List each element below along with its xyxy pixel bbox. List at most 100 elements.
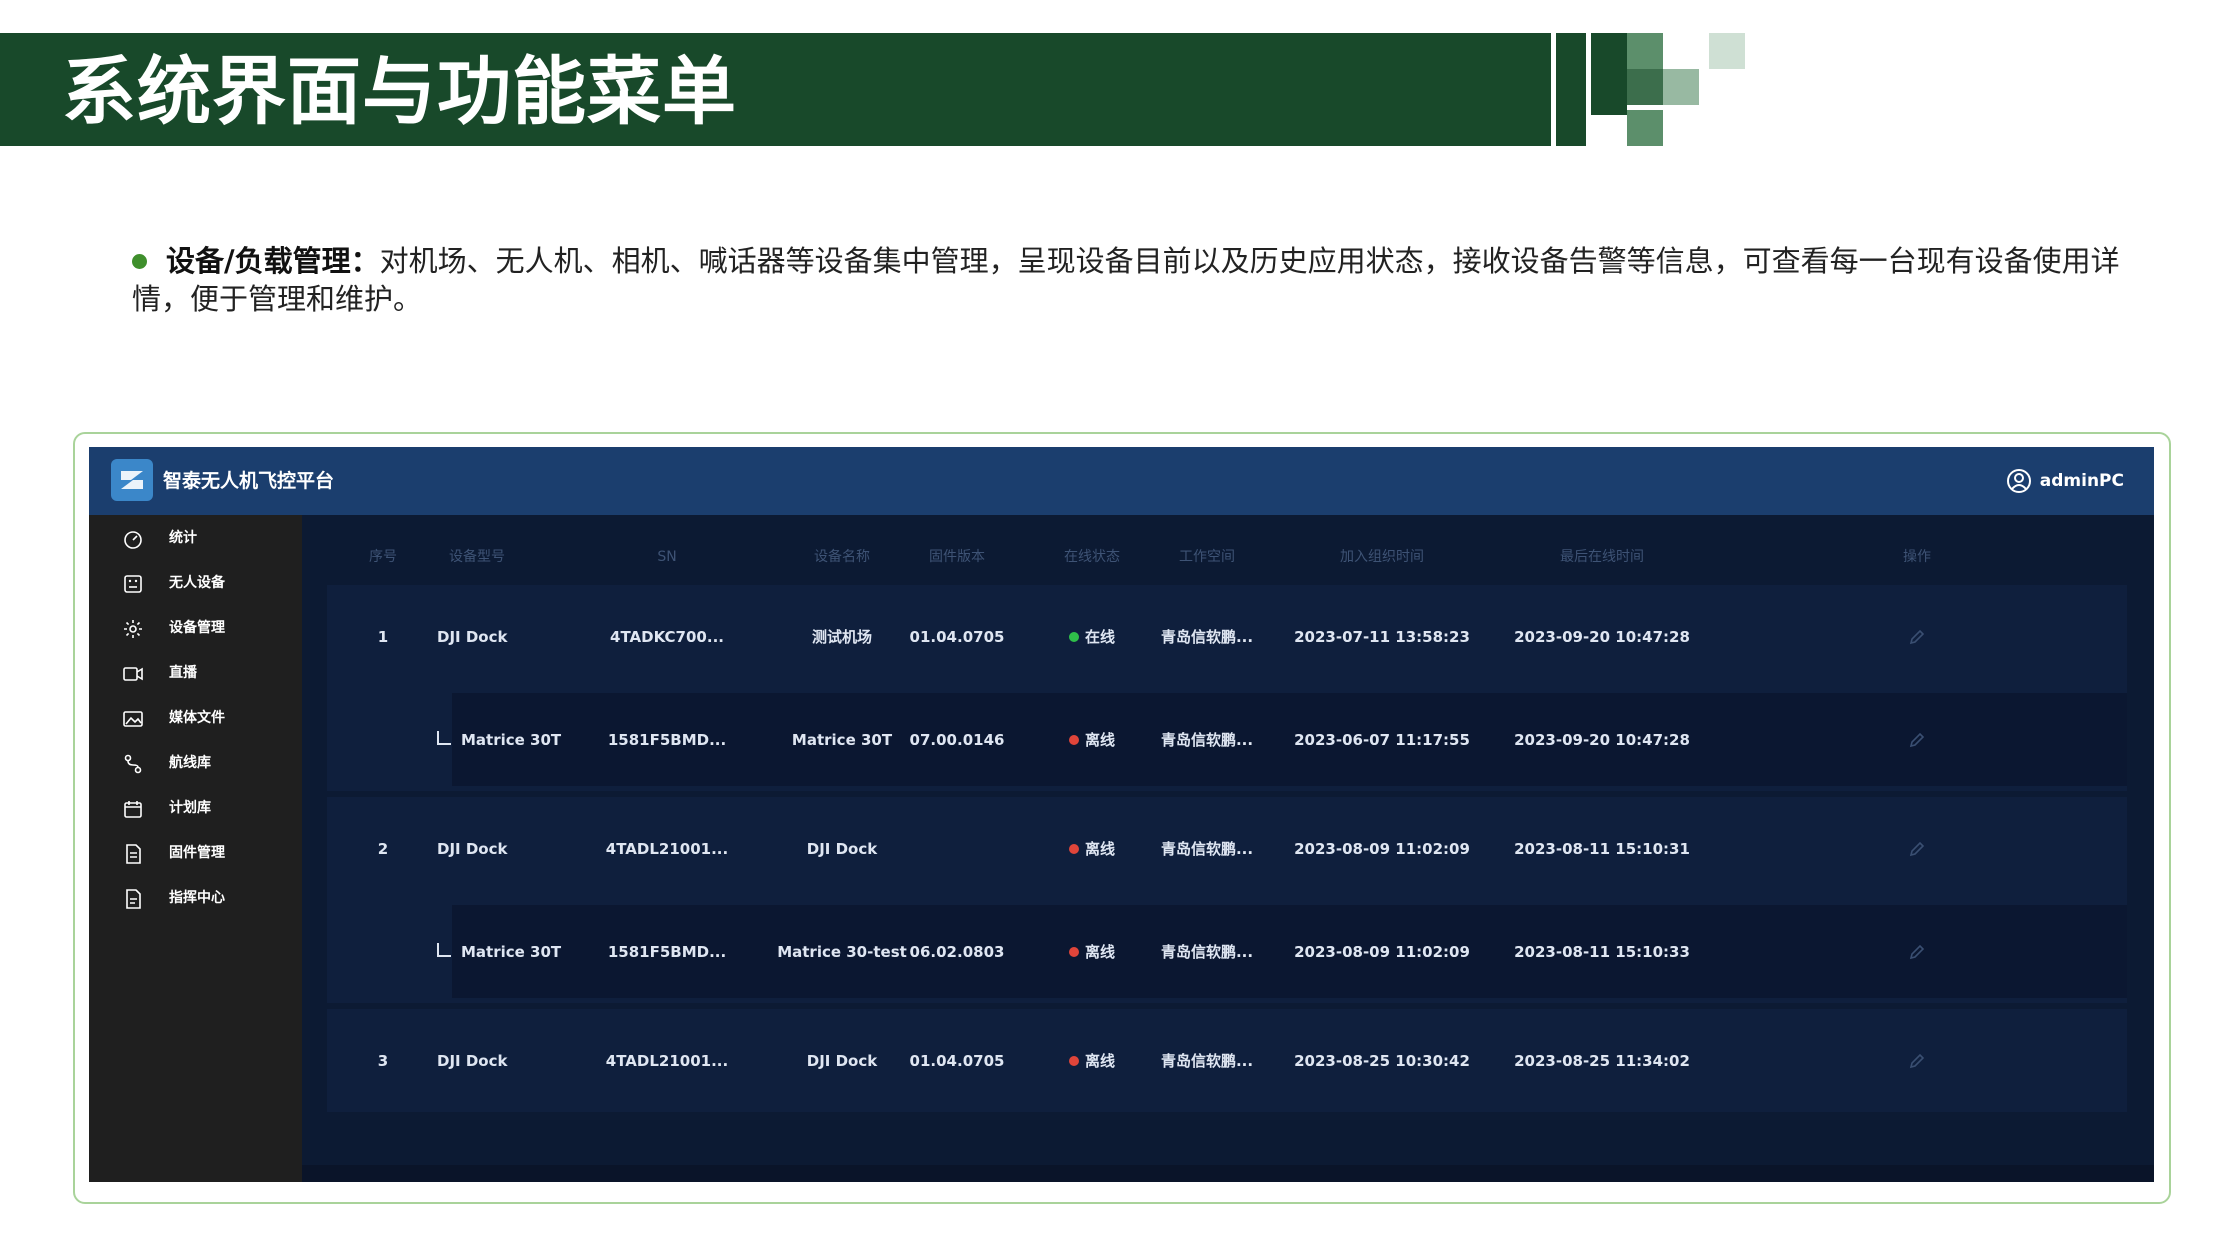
sidebar-item[interactable]: 设备管理 bbox=[89, 606, 302, 651]
child-indent-icon bbox=[437, 730, 451, 745]
decorative-square bbox=[1627, 110, 1663, 146]
workspace-name: 青岛信软鹏... bbox=[1160, 730, 1254, 749]
bullet-lead: 设备/负载管理： bbox=[166, 244, 380, 278]
user-icon bbox=[2006, 469, 2031, 493]
joined-time: 2023-07-11 13:58:23 bbox=[1294, 627, 1470, 646]
device-model: DJI Dock bbox=[437, 839, 507, 859]
video-camera-icon bbox=[123, 667, 143, 681]
decorative-square bbox=[1591, 69, 1627, 105]
workspace-name: 青岛信软鹏... bbox=[1160, 839, 1254, 858]
dashboard-icon bbox=[124, 531, 142, 549]
decorative-stripe bbox=[1545, 33, 1551, 146]
app-title: 智泰无人机飞控平台 bbox=[163, 470, 335, 492]
table-footer bbox=[302, 1165, 2154, 1182]
device-sn: 1581F5BMD... bbox=[607, 942, 727, 961]
device-model-text: DJI Dock bbox=[437, 627, 508, 646]
device-model-text: Matrice 30T bbox=[461, 942, 562, 961]
status-text: 离线 bbox=[1084, 1051, 1115, 1070]
last-online-time: 2023-08-11 15:10:31 bbox=[1514, 839, 1690, 858]
sidebar-item[interactable]: 直播 bbox=[89, 651, 302, 696]
status-dot-icon bbox=[1068, 1055, 1079, 1066]
status-dot-icon bbox=[1068, 631, 1079, 642]
decorative-square bbox=[1591, 33, 1627, 69]
device-sn: 1581F5BMD... bbox=[607, 730, 727, 749]
sidebar-item[interactable]: 媒体文件 bbox=[89, 696, 302, 741]
sidebar-item-label: 计划库 bbox=[169, 800, 211, 816]
sidebar-item-label: 指挥中心 bbox=[169, 890, 225, 906]
row-index: 2 bbox=[377, 839, 389, 858]
firmware-version: 06.02.0803 bbox=[909, 942, 1005, 961]
sidebar-item-label: 媒体文件 bbox=[169, 710, 225, 726]
file-icon bbox=[126, 844, 141, 864]
column-header: SN bbox=[657, 549, 677, 565]
sidebar-item-label: 直播 bbox=[169, 665, 197, 681]
device-model-text: DJI Dock bbox=[437, 839, 508, 858]
device-group: 3 DJI Dock 4TADL21001... DJI Dock 01.04.0705… bbox=[327, 1009, 2127, 1112]
joined-time: 2023-08-25 10:30:42 bbox=[1294, 1051, 1470, 1070]
document-icon bbox=[126, 889, 141, 909]
status-dot-icon bbox=[1068, 843, 1079, 854]
sidebar-item-label: 无人设备 bbox=[169, 575, 225, 591]
column-header: 工作空间 bbox=[1179, 549, 1235, 565]
firmware-version: 01.04.0705 bbox=[909, 1051, 1005, 1070]
device-group: 1 DJI Dock 4TADKC700... 测试机场 01.04.0705 在线 青岛信… bbox=[327, 585, 2127, 791]
firmware-version: 07.00.0146 bbox=[909, 730, 1005, 749]
status-dot-icon bbox=[1068, 734, 1079, 745]
device-model-text: DJI Dock bbox=[437, 1051, 508, 1070]
status-text: 在线 bbox=[1084, 627, 1115, 646]
edit-icon[interactable] bbox=[1908, 731, 1926, 749]
status-text: 离线 bbox=[1084, 730, 1115, 749]
column-header: 加入组织时间 bbox=[1340, 549, 1424, 565]
decorative-square bbox=[1591, 105, 1627, 115]
device-model-text: Matrice 30T bbox=[461, 730, 562, 749]
route-icon bbox=[124, 754, 142, 774]
firmware-version: 01.04.0705 bbox=[909, 627, 1005, 646]
last-online-time: 2023-08-25 11:34:02 bbox=[1514, 1051, 1690, 1070]
child-indent-icon bbox=[437, 942, 451, 957]
edit-icon[interactable] bbox=[1908, 628, 1926, 646]
sidebar: 统计无人设备设备管理直播媒体文件航线库计划库固件管理指挥中心 bbox=[89, 515, 302, 1182]
edit-icon[interactable] bbox=[1908, 943, 1926, 961]
sidebar-item-label: 设备管理 bbox=[169, 620, 225, 636]
device-icon bbox=[124, 575, 142, 593]
status-text: 离线 bbox=[1084, 942, 1115, 961]
decorative-square bbox=[1627, 33, 1663, 69]
joined-time: 2023-08-09 11:02:09 bbox=[1294, 942, 1470, 961]
bullet-paragraph: 设备/负载管理：对机场、无人机、相机、喊话器等设备集中管理，呈现设备目前以及历史… bbox=[132, 242, 2172, 318]
device-sn: 4TADL21001... bbox=[605, 1051, 729, 1070]
status-dot-icon bbox=[1068, 946, 1079, 957]
last-online-time: 2023-08-11 15:10:33 bbox=[1514, 942, 1690, 961]
device-model: DJI Dock bbox=[437, 627, 507, 647]
sidebar-item[interactable]: 指挥中心 bbox=[89, 876, 302, 921]
sidebar-item[interactable]: 航线库 bbox=[89, 741, 302, 786]
last-online-time: 2023-09-20 10:47:28 bbox=[1514, 627, 1690, 646]
workspace-name: 青岛信软鹏... bbox=[1160, 942, 1254, 961]
row-index: 3 bbox=[377, 1051, 389, 1070]
calendar-icon bbox=[124, 801, 142, 818]
gear-icon bbox=[124, 620, 142, 638]
device-name: DJI Dock bbox=[806, 839, 878, 858]
sidebar-item-label: 航线库 bbox=[169, 755, 211, 771]
device-sn: 4TADL21001... bbox=[605, 839, 729, 858]
column-header: 操作 bbox=[1903, 549, 1931, 565]
table-header: 序号 设备型号 SN 设备名称 固件版本 在线状态 工作空间 加入组织时间 最后在线时间 操作 bbox=[327, 529, 2127, 585]
workspace-name: 青岛信软鹏... bbox=[1160, 1051, 1254, 1070]
sidebar-item[interactable]: 无人设备 bbox=[89, 561, 302, 606]
app-header: 智泰无人机飞控平台 adminPC bbox=[89, 447, 2154, 515]
sidebar-item[interactable]: 统计 bbox=[89, 516, 302, 561]
bullet-text: 对机场、无人机、相机、喊话器等设备集中管理，呈现设备目前以及历史应用状态，接收设… bbox=[132, 244, 2120, 316]
sidebar-item[interactable]: 固件管理 bbox=[89, 831, 302, 876]
edit-icon[interactable] bbox=[1908, 840, 1926, 858]
image-icon bbox=[123, 711, 143, 727]
user-menu[interactable]: adminPC bbox=[2006, 461, 2124, 501]
decorative-square bbox=[1627, 69, 1663, 105]
decorative-square bbox=[1663, 69, 1699, 105]
status-text: 离线 bbox=[1084, 839, 1115, 858]
device-sn: 4TADKC700... bbox=[610, 627, 724, 646]
device-model: DJI Dock bbox=[437, 1051, 507, 1071]
workspace-name: 青岛信软鹏... bbox=[1160, 627, 1254, 646]
sidebar-item[interactable]: 计划库 bbox=[89, 786, 302, 831]
edit-icon[interactable] bbox=[1908, 1052, 1926, 1070]
joined-time: 2023-06-07 11:17:55 bbox=[1294, 730, 1470, 749]
column-header: 最后在线时间 bbox=[1560, 549, 1644, 565]
